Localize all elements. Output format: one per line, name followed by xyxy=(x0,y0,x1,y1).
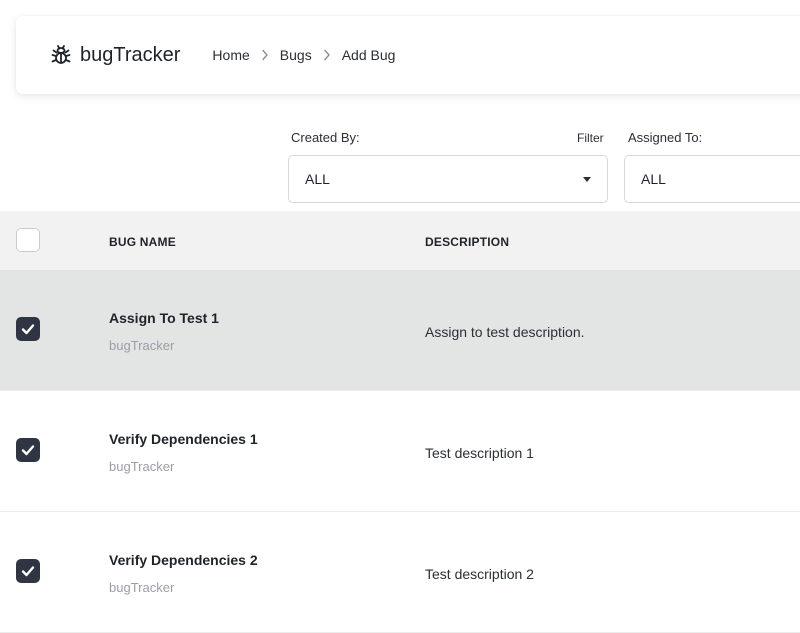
bug-name[interactable]: Assign To Test 1 xyxy=(109,310,219,326)
breadcrumb-add-bug[interactable]: Add Bug xyxy=(342,47,396,63)
row-checkbox[interactable] xyxy=(16,559,40,583)
table-header: BUG NAME DESCRIPTION xyxy=(0,211,800,270)
bug-name[interactable]: Verify Dependencies 1 xyxy=(109,431,258,447)
check-icon xyxy=(21,566,35,577)
select-all-checkbox[interactable] xyxy=(16,228,40,252)
bug-name[interactable]: Verify Dependencies 2 xyxy=(109,552,258,568)
bug-description: Test description 2 xyxy=(425,566,534,582)
filter-label: Filter xyxy=(577,131,604,145)
breadcrumb-bugs[interactable]: Bugs xyxy=(280,47,312,63)
bug-icon xyxy=(50,43,72,67)
check-icon xyxy=(21,324,35,335)
column-header-bug-name[interactable]: BUG NAME xyxy=(109,235,176,249)
row-checkbox[interactable] xyxy=(16,317,40,341)
table-row[interactable]: Verify Dependencies 1 bugTracker Test de… xyxy=(0,391,800,512)
bug-project: bugTracker xyxy=(109,580,175,595)
assigned-to-select[interactable]: ALL xyxy=(624,155,800,203)
bug-project: bugTracker xyxy=(109,338,175,353)
check-icon xyxy=(21,445,35,456)
brand[interactable]: bugTracker xyxy=(50,43,180,67)
bug-project: bugTracker xyxy=(109,459,175,474)
table-row[interactable]: Verify Dependencies 2 bugTracker Test de… xyxy=(0,512,800,633)
created-by-value: ALL xyxy=(305,171,330,187)
created-by-select[interactable]: ALL xyxy=(288,155,608,203)
breadcrumb: Home Bugs Add Bug xyxy=(212,47,395,63)
breadcrumb-home[interactable]: Home xyxy=(212,47,249,63)
assigned-to-label: Assigned To: xyxy=(628,130,703,145)
column-header-description[interactable]: DESCRIPTION xyxy=(425,235,509,249)
app-name: bugTracker xyxy=(80,43,181,66)
chevron-right-icon xyxy=(256,48,274,62)
bug-table: BUG NAME DESCRIPTION Assign To Test 1 bu… xyxy=(0,211,800,633)
assigned-to-value: ALL xyxy=(641,171,666,187)
caret-down-icon xyxy=(583,177,591,182)
bug-description: Assign to test description. xyxy=(425,324,585,340)
table-row[interactable]: Assign To Test 1 bugTracker Assign to te… xyxy=(0,270,800,391)
row-checkbox[interactable] xyxy=(16,438,40,462)
created-by-label: Created By: xyxy=(291,130,360,145)
chevron-right-icon xyxy=(318,48,336,62)
bug-description: Test description 1 xyxy=(425,445,534,461)
top-header: bugTracker Home Bugs Add Bug xyxy=(16,16,800,94)
